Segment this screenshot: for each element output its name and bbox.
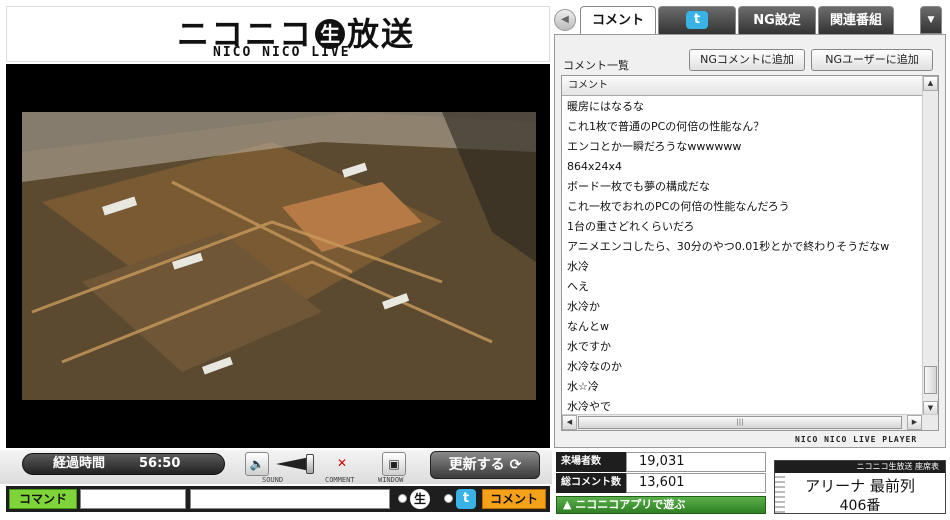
comment-row[interactable]: ボード一枚でも夢の構成だな	[562, 177, 922, 197]
comment-input-bar: コマンド 生 t コメント	[6, 486, 550, 512]
logo-subtitle: NICO NICO LIVE	[213, 45, 351, 60]
comment-caption: COMMENT	[325, 476, 355, 484]
stats-box: 来場者数 19,031 総コメント数 13,601	[556, 452, 766, 494]
scroll-left-icon[interactable]: ◀	[562, 415, 577, 430]
sound-toggle-button[interactable]: 🔈	[245, 452, 269, 476]
post-target-radio-twitter[interactable]	[444, 494, 453, 503]
comment-list-title: コメント一覧	[563, 59, 629, 72]
player-brand-label: NICO NICO LIVE PLAYER	[795, 435, 918, 444]
tab-related-programs[interactable]: 関連番組	[818, 6, 894, 34]
comment-row[interactable]: なんとw	[562, 317, 922, 337]
comment-input[interactable]	[190, 489, 390, 509]
comment-panel: コメント一覧 NGコメントに追加 NGユーザーに追加 コメント 暖房にはなるなこ…	[554, 34, 946, 448]
niconico-app-link[interactable]: ▲ ニコニコアプリで遊ぶ	[556, 496, 766, 514]
tab-prev-icon[interactable]: ◀	[554, 9, 576, 31]
comment-rows: 暖房にはなるな これ1枚で普通のPCの何倍の性能なん？ エンコとか一瞬だろうなwww…	[562, 97, 922, 417]
seat-ticket: ニコニコ生放送 座席表 アリーナ 最前列 406番	[774, 460, 946, 514]
comment-row[interactable]: 水冷なのか	[562, 357, 922, 377]
total-comments-label: 総コメント数	[556, 473, 626, 493]
post-target-radio-nama[interactable]	[398, 494, 407, 503]
nama-icon: 生	[410, 489, 430, 509]
update-button[interactable]: 更新する ⟳	[430, 451, 540, 479]
horizontal-scroll-thumb[interactable]: |||	[578, 416, 902, 429]
comment-row[interactable]: アニメエンコしたら、30分のやつ0.01秒とかで終わりそうだなw	[562, 237, 922, 257]
video-scene-image	[22, 112, 536, 400]
elapsed-label: 経過時間	[53, 456, 106, 471]
elapsed-time: 56:50	[139, 456, 181, 471]
vertical-scrollbar[interactable]: ▲ ▼	[922, 76, 938, 416]
comment-row[interactable]: 1台の重さどれくらいだろ	[562, 217, 922, 237]
volume-knob[interactable]	[306, 454, 314, 474]
comment-table[interactable]: コメント 暖房にはなるな これ1枚で普通のPCの何倍の性能なん？ エンコとか一瞬だろ…	[561, 75, 939, 431]
comment-row[interactable]: エンコとか一瞬だろうなwwwwww	[562, 137, 922, 157]
comment-row[interactable]: 864x24x4	[562, 157, 922, 177]
comment-row[interactable]: 水☆冷	[562, 377, 922, 397]
window-button[interactable]: ▣	[382, 452, 406, 476]
player-control-bar: 経過時間 56:50 🔈 SOUND ✕ COMMENT ▣ WINDOW 更新…	[0, 450, 552, 484]
vertical-scroll-thumb[interactable]	[924, 366, 937, 394]
refresh-icon: ⟳	[509, 457, 522, 473]
column-header-comment[interactable]: コメント	[562, 76, 922, 96]
command-input[interactable]	[80, 489, 186, 509]
panel-tabs: ◀ コメント t NG設定 関連番組 ▼	[554, 6, 946, 35]
visitors-value: 19,031	[626, 452, 766, 472]
comment-off-icon: ✕	[336, 456, 348, 470]
comment-row[interactable]: これ1枚で普通のPCの何倍の性能なん？	[562, 117, 922, 137]
scroll-up-icon[interactable]: ▲	[923, 76, 938, 91]
total-comments-value: 13,601	[626, 473, 766, 493]
video-frame[interactable]	[22, 112, 536, 400]
comment-row[interactable]: へえ	[562, 277, 922, 297]
comment-row[interactable]: 水冷	[562, 257, 922, 277]
add-ng-comment-button[interactable]: NGコメントに追加	[689, 49, 805, 71]
ticket-seat: アリーナ 最前列	[805, 477, 915, 495]
window-caption: WINDOW	[378, 476, 404, 484]
scroll-right-icon[interactable]: ▶	[907, 415, 922, 430]
ticket-number: 406番	[839, 498, 881, 514]
triangle-up-icon: ▲	[563, 498, 572, 511]
tab-menu-chevron-icon[interactable]: ▼	[920, 6, 942, 34]
video-player[interactable]	[6, 64, 550, 448]
comment-row[interactable]: 水冷か	[562, 297, 922, 317]
window-icon: ▣	[388, 457, 400, 471]
horizontal-scrollbar[interactable]: ◀ ||| ▶	[562, 414, 938, 430]
comment-toggle-button[interactable]: ✕	[330, 452, 354, 476]
speaker-icon: 🔈	[249, 457, 265, 471]
comment-row[interactable]: 水ですか	[562, 337, 922, 357]
command-button[interactable]: コマンド	[9, 489, 77, 509]
add-ng-user-button[interactable]: NGユーザーに追加	[811, 49, 933, 71]
tab-comment[interactable]: コメント	[580, 6, 656, 35]
comment-row[interactable]: これ一枚でおれのPCの何倍の性能なんだろう	[562, 197, 922, 217]
ticket-header: ニコニコ生放送 座席表	[775, 461, 945, 473]
volume-slider[interactable]	[276, 454, 316, 474]
visitors-label: 来場者数	[556, 452, 626, 472]
comment-row[interactable]: 暖房にはなるな	[562, 97, 922, 117]
twitter-icon: t	[686, 11, 708, 29]
tab-ng-settings[interactable]: NG設定	[738, 6, 816, 34]
tab-twitter[interactable]: t	[658, 6, 736, 34]
logo-area: ニコニコ生放送 NICO NICO LIVE	[6, 6, 550, 62]
comment-submit-button[interactable]: コメント	[482, 489, 546, 509]
sound-caption: SOUND	[262, 476, 284, 484]
twitter-icon: t	[456, 489, 476, 509]
elapsed-time-display: 経過時間 56:50	[22, 453, 225, 475]
